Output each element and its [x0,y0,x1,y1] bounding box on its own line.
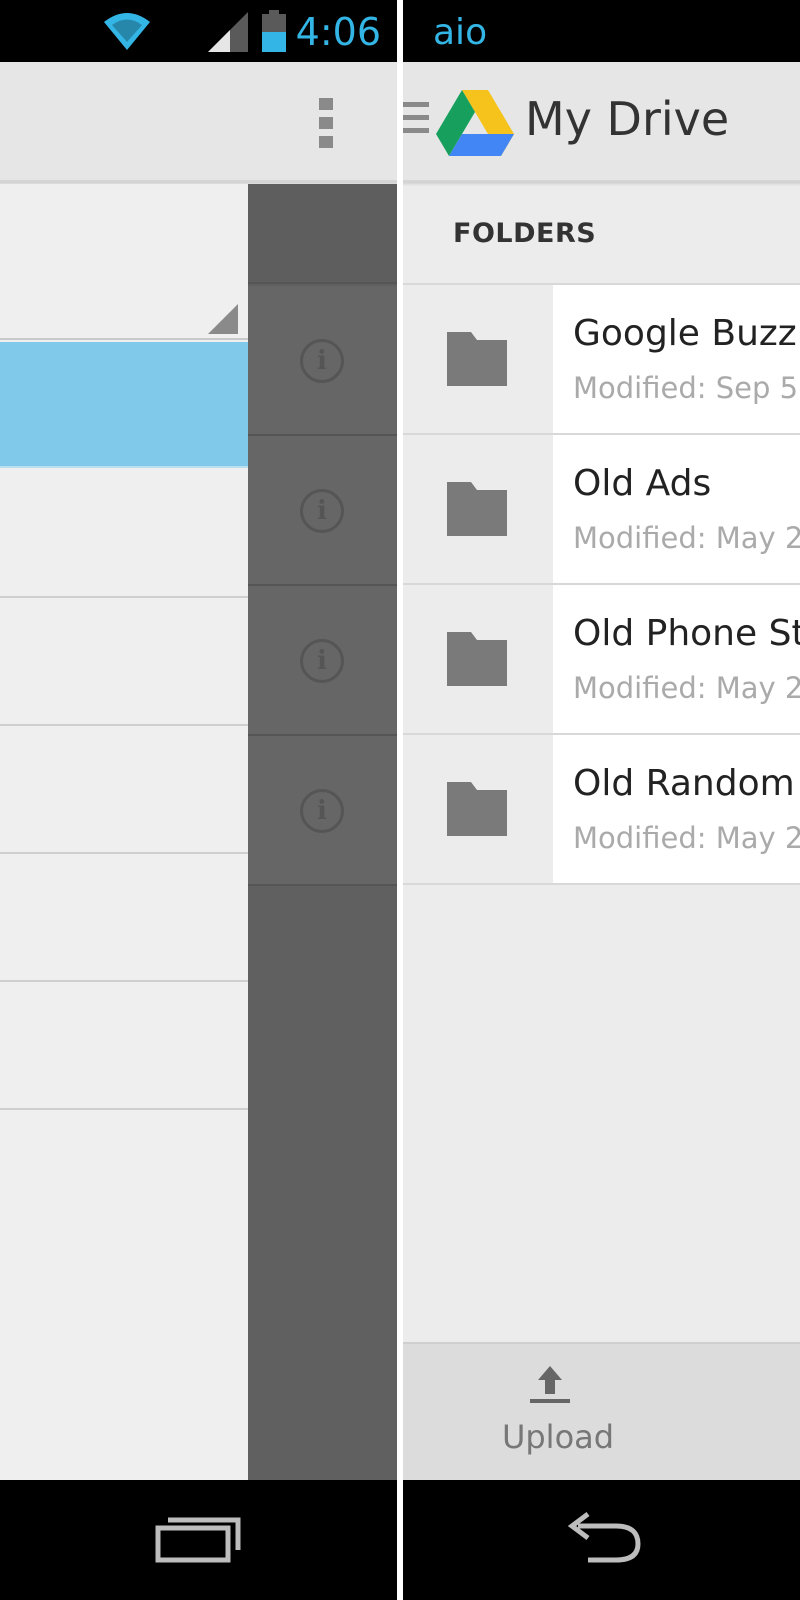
list-item[interactable] [0,726,248,854]
status-bar: 4:06 [0,0,397,62]
upload-button[interactable]: Upload [483,1364,633,1474]
list-item[interactable] [0,854,248,982]
folder-name: Google Buzz [573,313,797,354]
folder-icon-cell[interactable] [403,285,553,433]
right-screen: aio My Drive FOLDERS Google Buzz Modifie… [403,0,800,1600]
folder-modified: Modified: May 25 [573,671,800,705]
list-item[interactable] [0,982,248,1110]
folder-icon [447,632,507,686]
folder-row[interactable]: Old Random Modified: May 25 [403,735,800,885]
folder-row[interactable]: Old Phone St Modified: May 25 [403,585,800,735]
folder-icon-cell[interactable] [403,735,553,883]
folder-name: Old Ads [573,463,712,504]
folder-row[interactable]: Google Buzz Modified: Sep 5 [403,285,800,435]
back-icon[interactable] [558,1512,648,1564]
folder-icon-cell[interactable] [403,585,553,733]
navigation-bar [403,1480,800,1600]
account-spinner[interactable] [0,184,248,340]
folder-icon [447,782,507,836]
bottom-action-bar: Upload [403,1342,800,1480]
spinner-corner-icon [208,304,238,334]
folder-modified: Modified: Sep 5 [573,371,799,405]
info-icon[interactable]: i [300,339,344,383]
info-column-header [248,184,397,284]
info-icon[interactable]: i [300,789,344,833]
google-drive-logo[interactable] [436,88,514,156]
action-bar [0,62,397,182]
status-app-name: aio [433,12,488,53]
folder-icon [447,332,507,386]
folder-details[interactable]: Old Ads Modified: May 25 [553,435,800,583]
folder-row[interactable]: Old Ads Modified: May 25 [403,435,800,585]
list-item-selected[interactable] [0,342,248,468]
folder-icon-cell[interactable] [403,435,553,583]
info-cell[interactable]: i [248,586,397,736]
section-header: FOLDERS [453,218,597,249]
recent-apps-icon[interactable] [152,1510,244,1566]
drawer-icon[interactable] [403,102,429,136]
folder-name: Old Phone St [573,613,800,654]
folder-details[interactable]: Old Phone St Modified: May 25 [553,585,800,733]
folder-modified: Modified: May 25 [573,521,800,555]
status-bar: aio [403,0,800,62]
left-screen: 4:06 i i i i [0,0,397,1600]
info-cell[interactable]: i [248,436,397,586]
info-icon[interactable]: i [300,639,344,683]
action-bar-shadow [403,182,800,186]
folder-icon [447,482,507,536]
navigation-bar [0,1480,397,1600]
left-list [0,184,248,1480]
folder-details[interactable]: Old Random Modified: May 25 [553,735,800,883]
list-item[interactable] [0,470,248,598]
signal-icon [208,12,248,52]
info-cell[interactable]: i [248,736,397,886]
info-cell[interactable]: i [248,286,397,436]
info-icon[interactable]: i [300,489,344,533]
upload-label: Upload [501,1418,615,1456]
folder-modified: Modified: May 25 [573,821,800,855]
page-title: My Drive [525,92,730,146]
list-item[interactable] [0,598,248,726]
wifi-icon [104,13,150,50]
overflow-menu-icon[interactable] [316,96,336,150]
battery-icon [262,10,286,52]
action-bar: My Drive [403,62,800,182]
folder-details[interactable]: Google Buzz Modified: Sep 5 [553,285,800,433]
status-time: 4:06 [295,10,381,54]
info-column: i i i i [248,184,397,1480]
upload-icon [530,1366,570,1403]
folder-name: Old Random [573,763,795,804]
